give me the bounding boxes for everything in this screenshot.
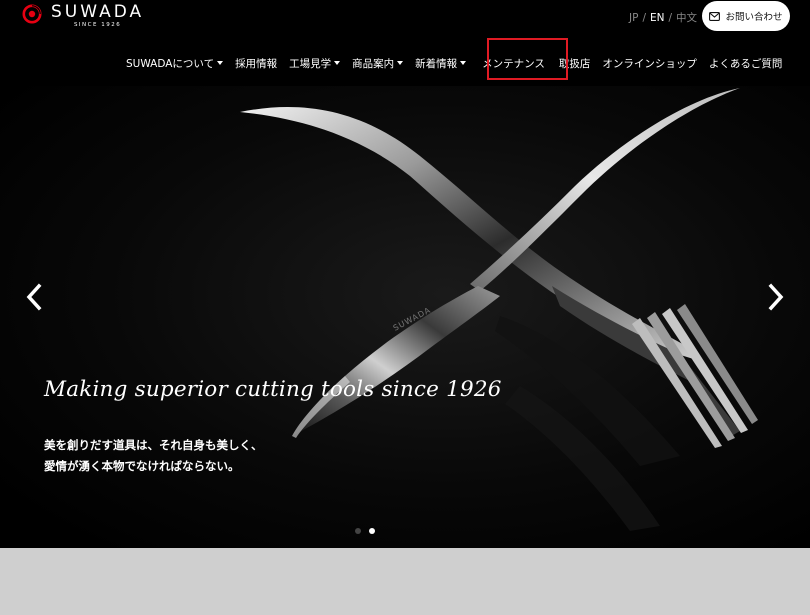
lang-zh[interactable]: 中文 bbox=[676, 10, 697, 25]
slider-dot-2[interactable] bbox=[369, 528, 375, 534]
nav-item-maintenance[interactable]: メンテナンス bbox=[472, 53, 553, 73]
nav-item-stores[interactable]: 取扱店 bbox=[553, 53, 597, 73]
nav-item-about[interactable]: SUWADAについて bbox=[120, 53, 229, 73]
envelope-icon bbox=[709, 11, 721, 21]
chevron-right-icon bbox=[768, 283, 784, 311]
nav-item-online-shop[interactable]: オンラインショップ bbox=[596, 53, 703, 73]
suwada-logo-mark bbox=[22, 4, 42, 24]
main-nav: SUWADAについて 採用情報 工場見学 商品案内 新着情報 メンテナンス 取扱… bbox=[120, 53, 788, 73]
nav-item-label: 新着情報 bbox=[415, 57, 458, 70]
hero-subtext-line: 愛情が湧く本物でなければならない。 bbox=[44, 459, 240, 473]
contact-button[interactable]: お問い合わせ bbox=[702, 1, 790, 31]
logo-name: SUWADA bbox=[51, 2, 145, 22]
hero-cutlery-image: SUWADA bbox=[0, 86, 810, 548]
nav-item-label: 取扱店 bbox=[558, 57, 591, 70]
nav-item-label: 商品案内 bbox=[352, 57, 395, 70]
nav-item-label: よくあるご質問 bbox=[708, 57, 783, 70]
page: SUWADA SINCE 1926 JP / EN / 中文 お問い合わせ SU… bbox=[0, 0, 810, 615]
slider-prev-button[interactable] bbox=[22, 282, 46, 312]
logo-text: SUWADA SINCE 1926 bbox=[51, 2, 144, 28]
logo-since: SINCE 1926 bbox=[73, 22, 122, 28]
lang-separator: / bbox=[642, 11, 646, 24]
site-logo[interactable]: SUWADA SINCE 1926 bbox=[22, 2, 144, 28]
nav-item-label: オンラインショップ bbox=[602, 57, 697, 70]
nav-item-faq[interactable]: よくあるご質問 bbox=[703, 53, 789, 73]
nav-item-factory-tour[interactable]: 工場見学 bbox=[283, 53, 346, 73]
site-header: SUWADA SINCE 1926 JP / EN / 中文 お問い合わせ SU… bbox=[0, 0, 810, 86]
slider-dots bbox=[355, 528, 375, 534]
lang-en[interactable]: EN bbox=[650, 12, 665, 24]
content-section-background bbox=[0, 548, 810, 615]
lang-jp[interactable]: JP bbox=[629, 12, 638, 24]
contact-button-label: お問い合わせ bbox=[725, 12, 783, 23]
nav-item-label: SUWADAについて bbox=[126, 57, 215, 70]
caret-down-icon bbox=[397, 61, 404, 65]
slider-next-button[interactable] bbox=[764, 282, 788, 312]
nav-item-news[interactable]: 新着情報 bbox=[409, 53, 472, 73]
caret-down-icon bbox=[460, 61, 467, 65]
hero-slider: SUWADA Making superior cutting tools sin… bbox=[0, 86, 810, 548]
nav-item-label: 採用情報 bbox=[235, 57, 278, 70]
hero-subtext: 美を創りだす道具は、それ自身も美しく、 愛情が湧く本物でなければならない。 bbox=[44, 435, 263, 477]
hero-tagline: Making superior cutting tools since 1926 bbox=[44, 377, 502, 402]
chevron-left-icon bbox=[26, 283, 42, 311]
slider-dot-1[interactable] bbox=[355, 528, 361, 534]
nav-item-label: メンテナンス bbox=[482, 57, 545, 70]
language-switcher: JP / EN / 中文 bbox=[629, 10, 697, 25]
caret-down-icon bbox=[334, 61, 341, 65]
hero-subtext-line: 美を創りだす道具は、それ自身も美しく、 bbox=[44, 438, 263, 452]
lang-separator: / bbox=[668, 11, 673, 24]
nav-item-recruit[interactable]: 採用情報 bbox=[229, 53, 283, 73]
caret-down-icon bbox=[217, 61, 224, 65]
nav-item-products[interactable]: 商品案内 bbox=[346, 53, 409, 73]
nav-item-label: 工場見学 bbox=[289, 57, 332, 70]
